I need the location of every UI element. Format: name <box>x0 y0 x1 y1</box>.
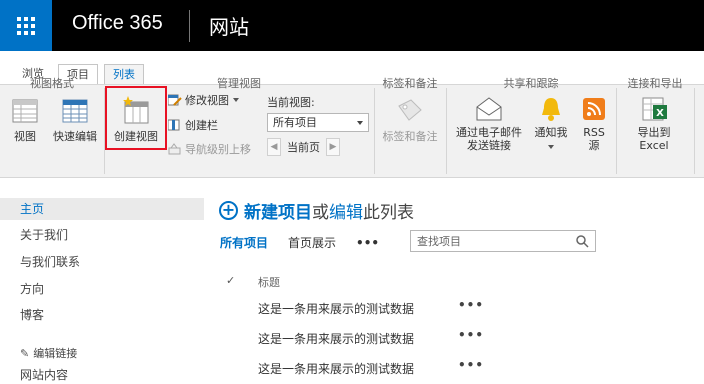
view-selector: 所有项目 首页展示 ••• <box>220 234 399 251</box>
item-menu-icon[interactable]: ••• <box>458 328 484 342</box>
email-icon <box>476 97 502 121</box>
rss-line1: RSS <box>583 126 605 139</box>
modify-view-label: 修改视图 <box>185 94 229 107</box>
nav-item-directions[interactable]: 方向 <box>0 278 204 300</box>
ribbon-separator <box>616 88 617 174</box>
view-all-items[interactable]: 所有项目 <box>220 234 268 251</box>
current-view-label: 当前视图: <box>267 96 315 109</box>
chevron-down-icon <box>233 98 239 102</box>
view-home-display[interactable]: 首页展示 <box>288 234 336 251</box>
tag-icon <box>398 99 422 121</box>
view-label: 视图 <box>14 130 36 143</box>
dropdown-caret-icon <box>357 121 363 125</box>
nav-item-home[interactable]: 主页 <box>0 198 204 220</box>
search-input[interactable] <box>411 231 571 251</box>
navigate-up-icon <box>168 143 181 155</box>
view-icon <box>12 99 38 123</box>
list-item[interactable]: 这是一条用来展示的测试数据 ••• <box>258 298 483 320</box>
current-page-label: 当前页 <box>287 141 320 154</box>
column-header-title[interactable]: 标题 <box>258 274 280 290</box>
item-menu-icon[interactable]: ••• <box>458 358 484 372</box>
navigate-up-button[interactable]: 导航级别上移 <box>168 141 251 157</box>
edit-links-link[interactable]: ✎ 编辑链接 <box>0 343 204 365</box>
modify-view-button[interactable]: 修改视图 <box>168 92 239 108</box>
ribbon-separator <box>694 88 695 174</box>
ribbon-separator <box>446 88 447 174</box>
pencil-icon: ✎ <box>20 347 30 360</box>
group-label-connect-export: 连接和导出 <box>627 77 683 90</box>
group-label-share-track: 共享和跟踪 <box>503 77 559 90</box>
export-excel-button[interactable]: X 导出到 Excel <box>624 96 684 152</box>
edit-list-link[interactable]: 编辑 <box>329 198 363 223</box>
email-link-line1: 通过电子邮件 <box>456 126 522 139</box>
edit-links-label: 编辑链接 <box>33 347 78 360</box>
new-item-link[interactable]: 新建项目 <box>244 198 312 223</box>
email-link-line2: 发送链接 <box>467 139 511 152</box>
quick-edit-label: 快速编辑 <box>53 130 97 143</box>
email-link-button[interactable]: 通过电子邮件 发送链接 <box>450 96 528 152</box>
app-launcher-button[interactable] <box>0 0 52 51</box>
current-view-value: 所有项目 <box>273 116 317 129</box>
or-text: 或 <box>312 203 329 223</box>
suite-bar: Office 365 网站 <box>0 0 704 51</box>
rss-feed-button[interactable]: RSS 源 <box>576 96 612 152</box>
plus-icon[interactable]: + <box>219 201 238 220</box>
more-views-icon[interactable]: ••• <box>356 236 379 250</box>
list-item-title[interactable]: 这是一条用来展示的测试数据 <box>258 332 414 346</box>
group-label-manage-views: 管理视图 <box>217 77 261 90</box>
quick-edit-icon <box>62 99 88 123</box>
new-item-heading: + 新建项目 或 编辑 此列表 <box>219 198 414 223</box>
suite-divider <box>189 10 190 42</box>
nav-item-contact[interactable]: 与我们联系 <box>0 251 204 273</box>
excel-icon: X <box>642 97 667 121</box>
group-label-tags-notes: 标签和备注 <box>382 77 438 90</box>
current-view-select[interactable]: 所有项目 <box>267 113 369 132</box>
alert-me-button[interactable]: 通知我 <box>528 96 574 152</box>
nav-item-blog[interactable]: 博客 <box>0 304 204 326</box>
next-page-icon[interactable]: ▶ <box>326 138 340 156</box>
list-item-title[interactable]: 这是一条用来展示的测试数据 <box>258 302 414 316</box>
rss-line2: 源 <box>588 139 600 152</box>
export-line1: 导出到 <box>637 126 671 139</box>
brand-title[interactable]: Office 365 <box>72 12 163 35</box>
site-title[interactable]: 网站 <box>209 11 249 40</box>
create-column-icon <box>168 119 180 131</box>
group-label-view-format: 视图格式 <box>30 77 74 90</box>
create-column-label: 创建栏 <box>185 119 218 132</box>
ribbon-separator <box>374 88 375 174</box>
svg-text:X: X <box>656 108 664 119</box>
tags-notes-button[interactable]: 标签和备注 <box>378 96 442 143</box>
list-item[interactable]: 这是一条用来展示的测试数据 ••• <box>258 358 483 380</box>
modify-view-icon <box>168 94 182 106</box>
item-menu-icon[interactable]: ••• <box>458 298 484 312</box>
bell-icon <box>542 98 560 121</box>
prev-page-icon[interactable]: ◀ <box>267 138 281 156</box>
this-list-text: 此列表 <box>363 203 414 223</box>
page-nav: ◀ 当前页 ▶ <box>267 138 340 156</box>
nav-item-site-contents[interactable]: 网站内容 <box>0 364 204 384</box>
list-item-title[interactable]: 这是一条用来展示的测试数据 <box>258 362 414 376</box>
search-box <box>410 230 596 252</box>
tags-notes-label: 标签和备注 <box>382 130 438 143</box>
create-column-button[interactable]: 创建栏 <box>168 117 218 133</box>
list-item[interactable]: 这是一条用来展示的测试数据 ••• <box>258 328 483 350</box>
export-line2: Excel <box>639 139 669 152</box>
rss-icon <box>583 98 605 120</box>
nav-item-about[interactable]: 关于我们 <box>0 224 204 246</box>
navigate-up-label: 导航级别上移 <box>185 143 251 156</box>
chevron-down-icon <box>548 145 554 149</box>
create-view-highlight <box>105 86 167 150</box>
quick-edit-button[interactable]: 快速编辑 <box>48 96 102 143</box>
waffle-icon <box>17 16 35 35</box>
select-all-check-icon[interactable]: ✓ <box>226 274 235 287</box>
view-button[interactable]: 视图 <box>8 96 42 143</box>
search-icon[interactable] <box>576 235 589 248</box>
alert-me-label: 通知我 <box>534 126 568 139</box>
